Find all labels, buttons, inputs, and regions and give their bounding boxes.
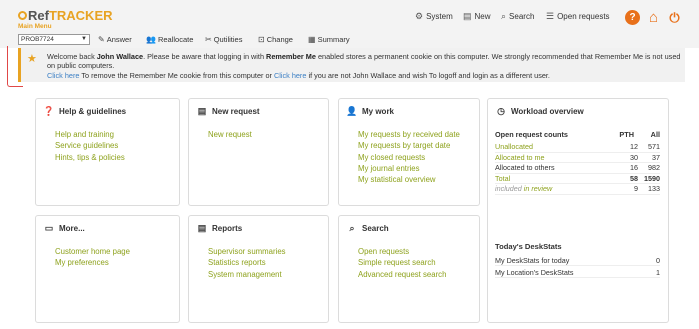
new-menu[interactable]: ▤ New (463, 11, 491, 22)
edit-icon: ⊡ (258, 35, 265, 44)
logoff-link[interactable]: Click here (274, 71, 306, 80)
logo-ref-text: Ref (28, 8, 49, 23)
change-label: Change (266, 35, 293, 44)
qutilities-button[interactable]: ✂ Qutilities (205, 35, 242, 44)
list-icon: ☰ (546, 11, 555, 21)
search-link[interactable]: Open requests (358, 246, 446, 257)
my-work-card: 👤 My work My requests by received date My… (338, 98, 480, 206)
more-card-title: ▭ More... (44, 222, 85, 233)
reallocate-button[interactable]: 👥 Reallocate (146, 35, 193, 44)
search-icon: ⌕ (349, 222, 355, 233)
my-work-link[interactable]: My journal entries (358, 163, 460, 174)
search-card: ⌕ Search Open requests Simple request sea… (338, 215, 480, 323)
logo-tracker-text: TRACKER (48, 8, 113, 23)
power-icon[interactable]: ⏻ (667, 10, 682, 25)
clock-icon: ◷ (497, 105, 505, 116)
deskstats-row: My DeskStats for today 0 (495, 256, 660, 266)
workload-card-title: ◷ Workload overview (497, 105, 584, 116)
reports-card: ▤ Reports Supervisor summaries Statistics… (188, 215, 329, 323)
my-work-link[interactable]: My requests by received date (358, 129, 460, 140)
banner-text: Welcome back John Wallace. Please be awa… (47, 52, 681, 80)
user-icon: 👤 (346, 105, 358, 116)
chevron-down-icon: ▼ (81, 36, 87, 42)
summary-label: Summary (317, 35, 350, 44)
deskstats-row: My Location's DeskStats 1 (495, 268, 660, 278)
reallocate-label: Reallocate (157, 35, 194, 44)
system-label: System (426, 12, 453, 21)
question-circle-icon: ❓ (43, 105, 55, 116)
home-icon[interactable]: ⌂ (646, 9, 661, 26)
gear-icon: ⚙ (415, 11, 424, 21)
request-id-select[interactable]: PROB7724 ▼ (18, 34, 90, 45)
table-row[interactable]: Unallocated 12 571 (495, 142, 660, 153)
search-link[interactable]: Advanced request search (358, 269, 446, 280)
my-work-link[interactable]: My closed requests (358, 152, 460, 163)
welcome-banner: ★ Welcome back John Wallace. Please be a… (18, 48, 685, 82)
search-card-title: ⌕ Search (347, 222, 388, 233)
reports-link[interactable]: Statistics reports (208, 257, 286, 268)
user-name: John Wallace (96, 52, 144, 61)
open-requests-menu[interactable]: ☰ Open requests (546, 11, 610, 22)
help-link[interactable]: Hints, tips & policies (55, 152, 125, 163)
document-icon: ▤ (463, 11, 472, 21)
open-requests-label: Open requests (557, 12, 610, 21)
users-icon: 👥 (146, 35, 156, 44)
help-link[interactable]: Help and training (55, 129, 125, 140)
new-request-link[interactable]: New request (208, 129, 252, 140)
col-all: All (650, 130, 660, 139)
new-request-card-title: ▤ New request (197, 105, 260, 116)
logo-icon (18, 11, 27, 20)
summary-button[interactable]: ▦ Summary (308, 35, 350, 44)
system-menu[interactable]: ⚙ System (415, 11, 453, 22)
workload-table: Unallocated 12 571 Allocated to me 30 37… (495, 142, 660, 195)
search-link[interactable]: Simple request search (358, 257, 446, 268)
workload-columns: PTH All (608, 130, 660, 139)
app-logo[interactable]: RefTRACKER (18, 8, 113, 23)
search-icon: ⌕ (501, 11, 507, 21)
my-work-link[interactable]: My statistical overview (358, 174, 460, 185)
help-icon[interactable]: ? (625, 10, 640, 25)
table-row: Allocated to others 16 982 (495, 163, 660, 174)
help-card: ❓ Help & guidelines Help and training Ser… (35, 98, 180, 206)
help-card-title: ❓ Help & guidelines (43, 105, 127, 116)
document-icon: ▤ (197, 105, 207, 116)
answer-label: Answer (106, 35, 132, 44)
tools-icon: ✂ (205, 35, 212, 44)
my-work-link[interactable]: My requests by target date (358, 140, 460, 151)
table-row[interactable]: Allocated to me 30 37 (495, 153, 660, 163)
search-menu[interactable]: ⌕ Search (501, 11, 534, 22)
pencil-icon: ✎ (98, 35, 105, 44)
summary-icon: ▦ (308, 35, 316, 44)
search-label: Search (509, 12, 535, 21)
reports-link[interactable]: System management (208, 269, 286, 280)
request-id-value: PROB7724 (21, 36, 54, 43)
more-link[interactable]: Customer home page (55, 246, 130, 257)
more-link[interactable]: My preferences (55, 257, 130, 268)
table-row[interactable]: Total 58 1590 (495, 174, 660, 184)
my-work-card-title: 👤 My work (346, 105, 395, 116)
answer-button[interactable]: ✎ Answer (98, 35, 132, 44)
new-request-card: ▤ New request New request (188, 98, 329, 206)
star-icon: ★ (27, 53, 37, 65)
new-label: New (474, 12, 491, 21)
main-menu-link[interactable]: Main Menu (18, 23, 52, 30)
deskstats-title: Today's DeskStats (495, 242, 562, 251)
workload-card: ◷ Workload overview Open request counts P… (487, 98, 669, 323)
window-icon: ▭ (44, 222, 54, 233)
table-row: included in review 9 133 (495, 184, 660, 195)
remove-cookie-link[interactable]: Click here (47, 71, 79, 80)
report-icon: ▤ (197, 222, 207, 233)
reports-card-title: ▤ Reports (197, 222, 243, 233)
more-card: ▭ More... Customer home page My preferenc… (35, 215, 180, 323)
qutilities-label: Qutilities (213, 35, 243, 44)
change-button[interactable]: ⊡ Change (258, 35, 293, 44)
col-pth: PTH (619, 130, 634, 139)
reports-link[interactable]: Supervisor summaries (208, 246, 286, 257)
help-link[interactable]: Service guidelines (55, 140, 125, 151)
